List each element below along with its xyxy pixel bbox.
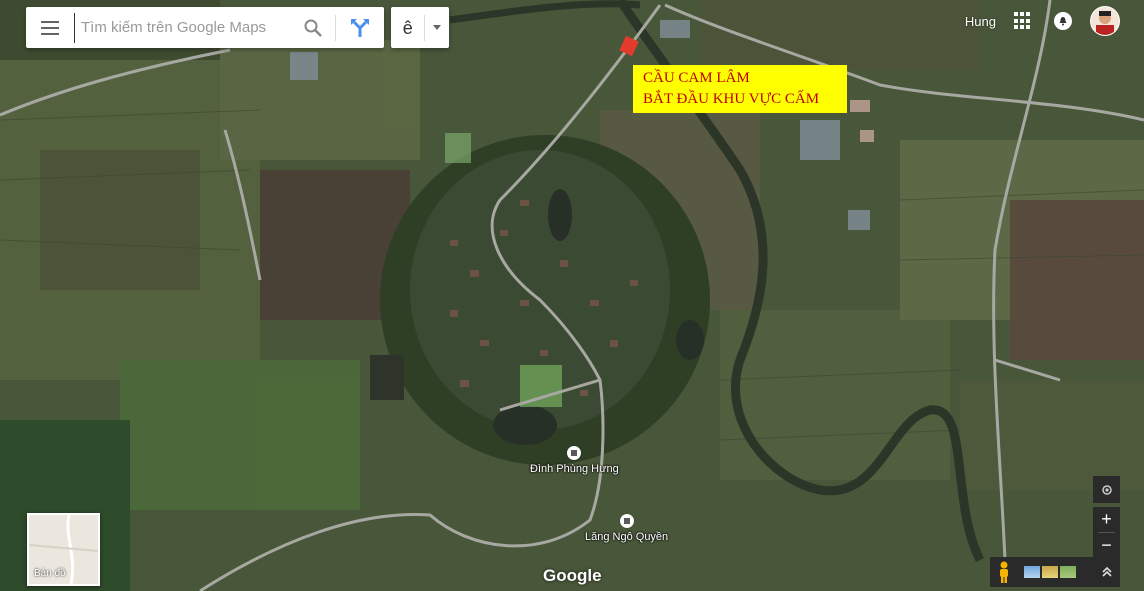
place-label: Đình Phùng Hưng — [530, 463, 619, 475]
search-input[interactable] — [74, 12, 291, 43]
notifications-icon[interactable] — [1054, 12, 1072, 30]
annotation-label: CẦU CAM LÂM BẮT ĐẦU KHU VỰC CẤM — [633, 65, 847, 113]
pegman-icon[interactable] — [990, 561, 1018, 583]
zoom-control: + − — [1093, 507, 1120, 558]
imagery-thumbnail[interactable] — [1060, 566, 1076, 578]
map-controls: + − — [1093, 476, 1120, 558]
input-method-label[interactable]: ê — [391, 14, 426, 41]
annotation-line-1: CẦU CAM LÂM — [643, 70, 750, 86]
place-label: Lăng Ngô Quyền — [585, 531, 669, 543]
directions-icon[interactable] — [336, 7, 384, 48]
account-bar: Hung — [965, 0, 1144, 42]
annotation-line-2: BẮT ĐẦU KHU VỰC CẤM — [643, 91, 820, 107]
landmark-icon[interactable] — [619, 514, 634, 528]
menu-icon[interactable] — [26, 7, 74, 48]
zoom-in-button[interactable]: + — [1093, 507, 1120, 532]
landmark-icon[interactable] — [567, 446, 582, 460]
imagery-thumbnail[interactable] — [1024, 566, 1040, 578]
imagery-thumbnails — [1024, 566, 1076, 578]
basemap-toggle[interactable]: Bản đồ — [27, 513, 100, 586]
imagery-thumbnail[interactable] — [1042, 566, 1058, 578]
google-logo: Google — [543, 566, 602, 585]
expand-icon[interactable] — [1094, 567, 1120, 577]
place-marker-dinh-phung-hung[interactable]: Đình Phùng Hưng — [530, 446, 619, 475]
search-icon[interactable] — [291, 7, 335, 48]
satellite-map[interactable] — [0, 0, 1144, 591]
zoom-out-button[interactable]: − — [1093, 533, 1120, 558]
imagery-bar — [990, 557, 1120, 587]
apps-icon[interactable] — [1014, 12, 1032, 30]
account-name[interactable]: Hung — [965, 14, 996, 29]
chevron-down-icon[interactable] — [425, 25, 449, 30]
place-marker-lang-ngo-quyen[interactable]: Lăng Ngô Quyền — [585, 514, 668, 543]
basemap-label: Bản đồ — [34, 568, 66, 579]
my-location-icon[interactable] — [1093, 476, 1120, 503]
search-box — [26, 7, 384, 48]
avatar[interactable] — [1090, 6, 1120, 36]
input-method-selector: ê — [391, 7, 449, 48]
